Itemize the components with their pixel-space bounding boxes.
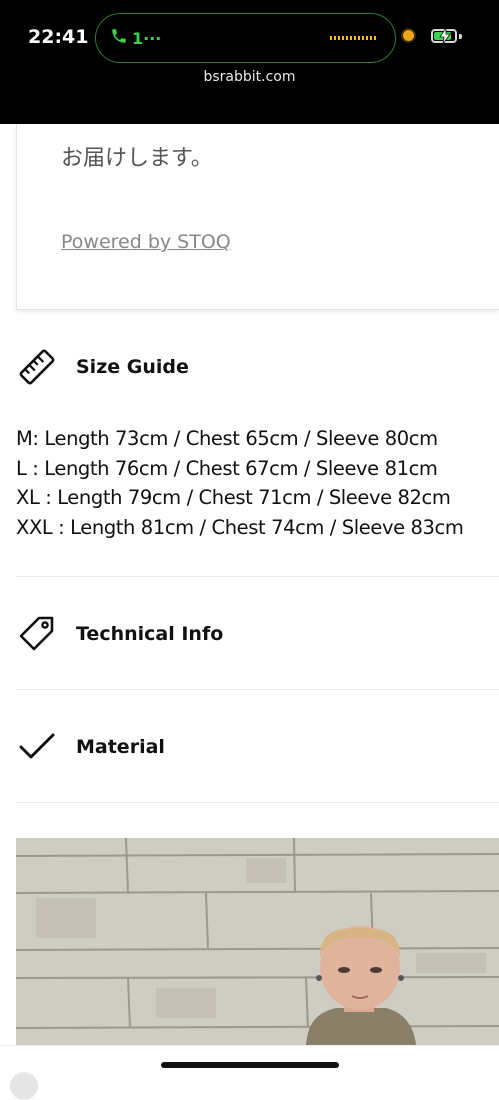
divider — [16, 689, 499, 690]
address-bar-url[interactable]: bsrabbit.com — [0, 69, 499, 85]
size-line-l: L : Length 76cm / Chest 67cm / Sleeve 81… — [16, 456, 438, 480]
charging-bolt-icon — [439, 26, 451, 49]
battery-cap — [459, 34, 462, 39]
tag-icon — [16, 613, 58, 655]
privacy-indicator-dot — [403, 30, 414, 41]
home-indicator[interactable] — [161, 1062, 339, 1068]
ruler-icon — [16, 346, 58, 388]
call-count: 1··· — [132, 29, 162, 48]
size-line-m: M: Length 73cm / Chest 65cm / Sleeve 80c… — [16, 427, 438, 450]
delivery-text: お届けします。 — [61, 146, 213, 171]
divider — [16, 576, 499, 577]
status-bar: 22:41 1··· bsrabbit.com — [0, 0, 499, 124]
audio-waveform-icon — [330, 36, 378, 40]
size-guide-header[interactable]: Size Guide — [16, 346, 189, 388]
delivery-info-card: お届けします。 Powered by STOQ — [16, 124, 499, 310]
size-line-xxl: XXL : Length 81cm / Chest 74cm / Sleeve … — [16, 515, 464, 539]
size-line-xl: XL : Length 79cm / Chest 71cm / Sleeve 8… — [16, 486, 451, 509]
material-title: Material — [76, 736, 165, 758]
toolbar-button[interactable] — [10, 1072, 38, 1100]
product-model-photo[interactable] — [16, 838, 499, 1045]
phone-icon — [110, 27, 128, 50]
technical-info-header[interactable]: Technical Info — [16, 613, 223, 655]
dynamic-island-call-indicator[interactable]: 1··· — [95, 13, 396, 63]
status-time: 22:41 — [28, 26, 89, 48]
powered-by-link[interactable]: Powered by STOQ — [61, 231, 231, 253]
checkmark-icon — [16, 726, 58, 768]
material-header[interactable]: Material — [16, 726, 165, 768]
divider — [16, 802, 499, 803]
size-guide-content: M: Length 73cm / Chest 65cm / Sleeve 80c… — [16, 424, 464, 542]
size-guide-title: Size Guide — [76, 356, 189, 378]
technical-info-title: Technical Info — [76, 623, 224, 645]
